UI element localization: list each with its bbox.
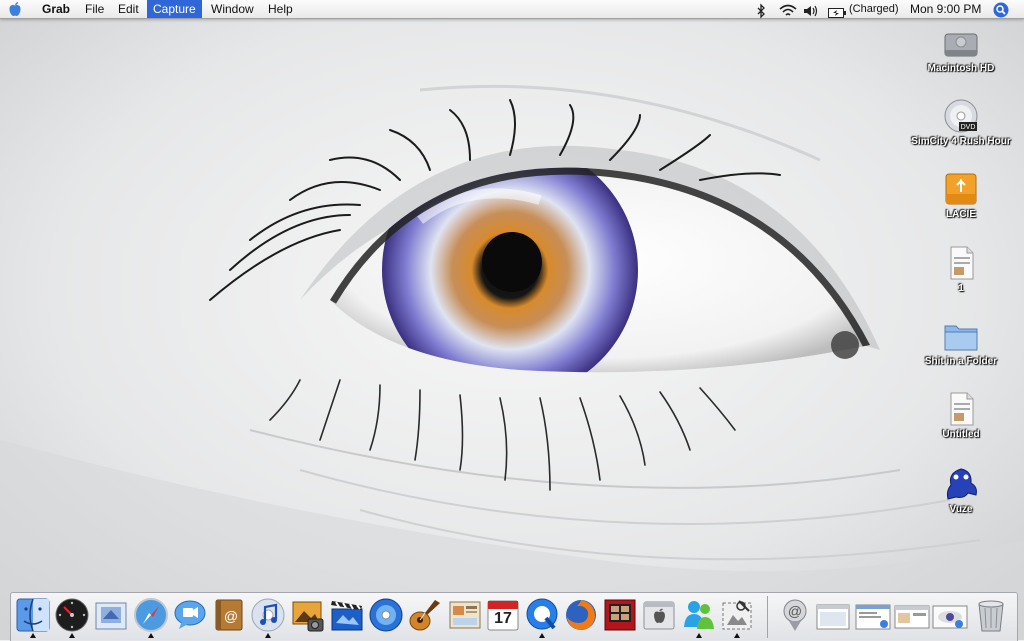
battery-icon[interactable]	[828, 4, 846, 22]
apple-menu[interactable]	[8, 0, 24, 18]
idvd-icon[interactable]	[368, 597, 404, 633]
itunes-icon[interactable]	[250, 597, 286, 633]
address-book-icon[interactable]: @	[211, 597, 247, 633]
running-indicator	[148, 633, 154, 638]
iweb-icon[interactable]	[447, 597, 483, 633]
running-indicator	[696, 633, 702, 638]
desktop-item-label: Vuze	[949, 504, 973, 515]
minimized-window-icon[interactable]	[932, 597, 968, 633]
quicktime-icon[interactable]	[524, 597, 560, 633]
bluetooth-icon[interactable]	[756, 2, 766, 20]
desktop-item-vuze[interactable]: Vuze	[901, 465, 1021, 515]
document-icon	[950, 392, 974, 426]
menu-edit[interactable]: Edit	[112, 0, 145, 18]
vuze-frog-icon	[946, 468, 977, 500]
wifi-icon[interactable]	[779, 2, 797, 20]
svg-text:@: @	[224, 608, 238, 624]
desktop-item-label: Macintosh HD	[927, 63, 995, 74]
safari-icon[interactable]	[133, 597, 169, 633]
document-icon	[950, 246, 974, 280]
desktop-item-label: SimCity 4 Rush Hour	[911, 136, 1011, 147]
minimized-window-icon[interactable]	[815, 597, 851, 633]
svg-text:@: @	[788, 603, 802, 619]
desktop-item-folder[interactable]: Shit in a Folder	[901, 317, 1021, 367]
spotlight-icon[interactable]	[993, 1, 1009, 19]
menu-bar: Grab File Edit Capture Window Help (Char…	[0, 0, 1024, 19]
menu-window[interactable]: Window	[205, 0, 260, 18]
folder-icon	[944, 325, 978, 351]
mail-icon[interactable]	[93, 597, 129, 633]
dashboard-icon[interactable]	[54, 597, 90, 633]
garageband-icon[interactable]	[407, 597, 443, 633]
mail-stack-icon[interactable]: @	[777, 597, 813, 633]
menu-file[interactable]: File	[79, 0, 110, 18]
desktop-item-label: Shit in a Folder	[924, 356, 998, 367]
dvd-disc-icon: DVD	[944, 99, 978, 133]
imovie-icon[interactable]	[329, 597, 365, 633]
firefox-icon[interactable]	[563, 597, 599, 633]
ichat-icon[interactable]	[172, 597, 208, 633]
ical-icon[interactable]: 17	[485, 597, 521, 633]
menu-help[interactable]: Help	[262, 0, 299, 18]
system-preferences-icon[interactable]	[641, 597, 677, 633]
desktop-wallpaper	[0, 0, 1024, 640]
desktop-item-label: 1	[958, 283, 964, 294]
menubar-clock[interactable]: Mon 9:00 PM	[910, 0, 981, 18]
desktop-item-label: Untitled	[942, 429, 980, 440]
volume-icon[interactable]	[803, 2, 819, 20]
svg-text:DVD: DVD	[961, 124, 976, 131]
minimized-window-icon[interactable]	[894, 597, 930, 633]
ical-day: 17	[494, 610, 512, 627]
running-indicator	[69, 633, 75, 638]
finder-icon[interactable]	[15, 597, 51, 633]
running-indicator	[265, 633, 271, 638]
desktop-item-label: LACIE	[946, 209, 976, 220]
usb-drive-icon	[945, 173, 977, 205]
desktop-item-simcity[interactable]: DVD SimCity 4 Rush Hour	[901, 97, 1021, 147]
running-indicator	[734, 633, 740, 638]
grab-icon[interactable]	[719, 597, 755, 633]
desktop-item-1[interactable]: 1	[901, 244, 1021, 294]
running-indicator	[30, 633, 36, 638]
menu-app-grab[interactable]: Grab	[36, 0, 76, 18]
desktop-item-macintosh-hd[interactable]: Macintosh HD	[901, 24, 1021, 74]
hard-drive-icon	[944, 33, 978, 57]
msn-messenger-icon[interactable]	[681, 597, 717, 633]
iphoto-icon[interactable]	[290, 597, 326, 633]
desktop-item-lacie[interactable]: LACIE	[901, 170, 1021, 220]
desktop-item-untitled[interactable]: Untitled	[901, 390, 1021, 440]
battery-status[interactable]: (Charged)	[849, 0, 899, 18]
apple-logo-icon	[9, 2, 21, 17]
photo-booth-icon[interactable]	[602, 597, 638, 633]
running-indicator	[539, 633, 545, 638]
minimized-window-icon[interactable]	[855, 597, 891, 633]
dock-separator	[767, 596, 768, 638]
trash-icon[interactable]	[973, 597, 1009, 633]
menu-capture[interactable]: Capture	[147, 0, 202, 18]
